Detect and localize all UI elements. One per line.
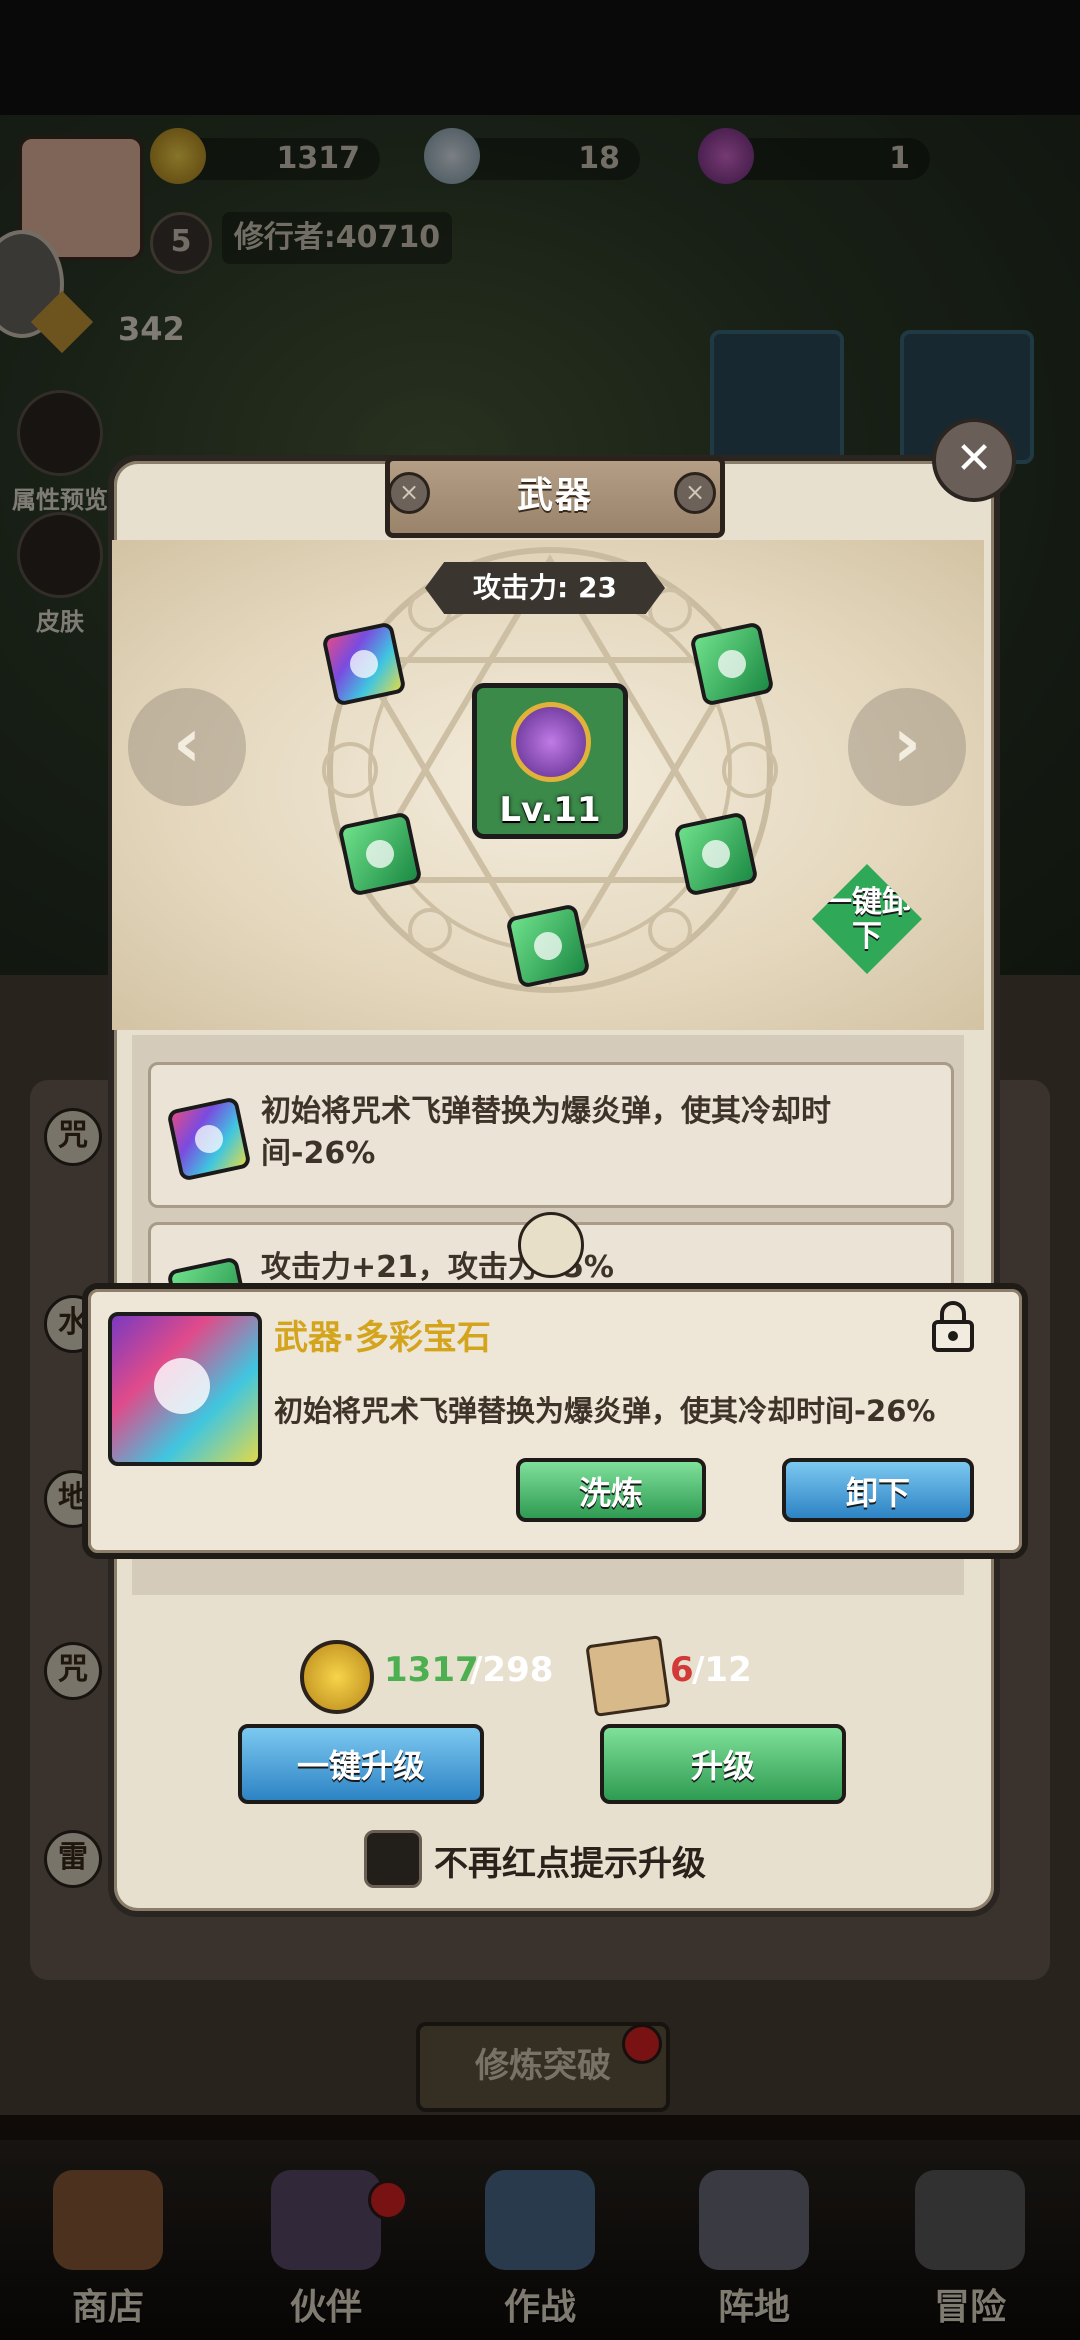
coin-icon (300, 1640, 374, 1714)
attack-label: 攻击力: 23 (425, 562, 665, 614)
green-gem-slot[interactable] (673, 811, 759, 897)
close-button[interactable]: ✕ (932, 418, 1016, 502)
refine-button[interactable]: 洗炼 (516, 1458, 706, 1522)
rainbow-gem-icon (166, 1096, 252, 1182)
scroll-icon (585, 1635, 671, 1717)
effect-row[interactable]: 初始将咒术飞弹替换为爆炎弹，使其冷却时间-26% (148, 1062, 954, 1208)
lock-icon[interactable] (926, 1300, 980, 1354)
green-gem-slot[interactable] (337, 811, 423, 897)
gem-name: 武器·多彩宝石 (274, 1318, 491, 1358)
scrolls-have: 6 (670, 1650, 694, 1690)
scrolls-need: /12 (692, 1650, 752, 1690)
coins-need: /298 (470, 1650, 554, 1690)
next-arrow-button[interactable]: › (848, 688, 966, 806)
weapon-item[interactable]: Lv.11 (472, 683, 628, 839)
no-red-dot-checkbox[interactable] (364, 1830, 422, 1888)
unequip-button[interactable]: 卸下 (782, 1458, 974, 1522)
rainbow-gem-icon (108, 1312, 262, 1466)
weapon-level: Lv.11 (499, 790, 601, 830)
no-red-dot-label: 不再红点提示升级 (434, 1844, 706, 1884)
gem-description: 初始将咒术飞弹替换为爆炎弹，使其冷却时间-26% (274, 1394, 936, 1428)
effect-text: 初始将咒术飞弹替换为爆炎弹，使其冷却时间-26% (261, 1094, 831, 1171)
weapon-orb-icon (511, 702, 591, 782)
emblem-icon (518, 1212, 584, 1278)
prev-arrow-button[interactable]: ‹ (128, 688, 246, 806)
rainbow-gem-slot[interactable] (321, 621, 407, 707)
coins-have: 1317 (384, 1650, 479, 1690)
upgrade-button[interactable]: 升级 (600, 1724, 846, 1804)
one-click-upgrade-button[interactable]: 一键升级 (238, 1724, 484, 1804)
screw-icon: × (388, 472, 430, 514)
green-gem-slot[interactable] (689, 621, 775, 707)
green-gem-slot[interactable] (505, 903, 591, 989)
screw-icon: × (674, 472, 716, 514)
